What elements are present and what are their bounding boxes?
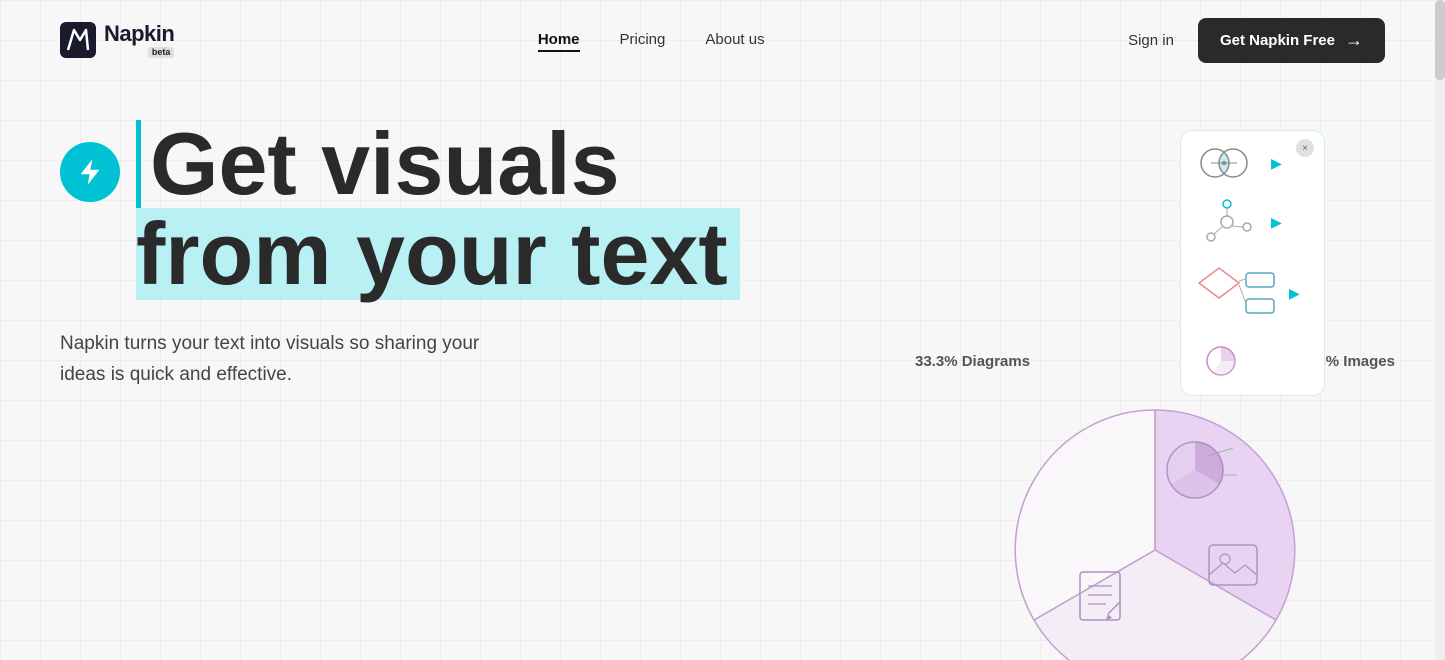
navigation: Napkin beta Home Pricing About us Sign i… xyxy=(0,0,1445,80)
logo[interactable]: Napkin beta xyxy=(60,22,174,58)
nav-item-pricing[interactable]: Pricing xyxy=(620,31,666,49)
logo-name: Napkin xyxy=(104,23,174,45)
org-diagram-icon xyxy=(1191,199,1263,245)
title-line2: from your text xyxy=(136,208,740,300)
pie-chart xyxy=(985,380,1325,660)
get-napkin-button[interactable]: Get Napkin Free → xyxy=(1198,18,1385,63)
nav-links: Home Pricing About us xyxy=(538,31,765,49)
nav-item-home[interactable]: Home xyxy=(538,31,580,49)
hero-subtitle: Napkin turns your text into visuals so s… xyxy=(60,328,500,391)
logo-beta: beta xyxy=(148,47,175,58)
panel-item-org: ▶ xyxy=(1191,199,1314,245)
title-line1: Get visuals xyxy=(136,120,740,208)
bolt-icon xyxy=(75,157,105,187)
nav-link-about[interactable]: About us xyxy=(705,31,764,48)
title-from-your-text: from your text xyxy=(136,204,728,303)
main-content: Get visuals from your text Napkin turns … xyxy=(0,80,1445,396)
panel-close-button[interactable]: × xyxy=(1296,139,1314,157)
cta-arrow-icon: → xyxy=(1345,30,1363,51)
hero-title-block: Get visuals from your text xyxy=(60,120,1180,300)
title-get-visuals: Get visuals xyxy=(136,120,620,208)
sidebar-panel: × ▶ xyxy=(1180,130,1325,396)
panel-item-flow: ▶ xyxy=(1191,263,1314,323)
pie-container xyxy=(895,380,1415,660)
nav-link-pricing[interactable]: Pricing xyxy=(620,31,666,48)
sign-in-button[interactable]: Sign in xyxy=(1128,32,1174,49)
nav-item-about[interactable]: About us xyxy=(705,31,764,49)
panel-arrow-flow: ▶ xyxy=(1289,285,1300,302)
nav-link-home[interactable]: Home xyxy=(538,31,580,52)
bolt-icon-wrap xyxy=(60,142,120,202)
flow-diagram-icon xyxy=(1191,263,1281,323)
panel-arrow-venn: ▶ xyxy=(1271,155,1282,172)
panel-item-pie xyxy=(1191,341,1314,381)
nav-right: Sign in Get Napkin Free → xyxy=(1128,18,1385,63)
panel-pie-icon xyxy=(1191,341,1251,381)
cta-label: Get Napkin Free xyxy=(1220,32,1335,49)
logo-icon xyxy=(60,22,96,58)
hero-title-text: Get visuals from your text xyxy=(136,120,740,300)
venn-diagram-icon xyxy=(1191,145,1263,181)
panel-arrow-org: ▶ xyxy=(1271,214,1282,231)
hero-section: Get visuals from your text Napkin turns … xyxy=(60,110,1180,391)
chart-section: 33.3% Diagrams 33.3% Images xyxy=(895,353,1415,660)
